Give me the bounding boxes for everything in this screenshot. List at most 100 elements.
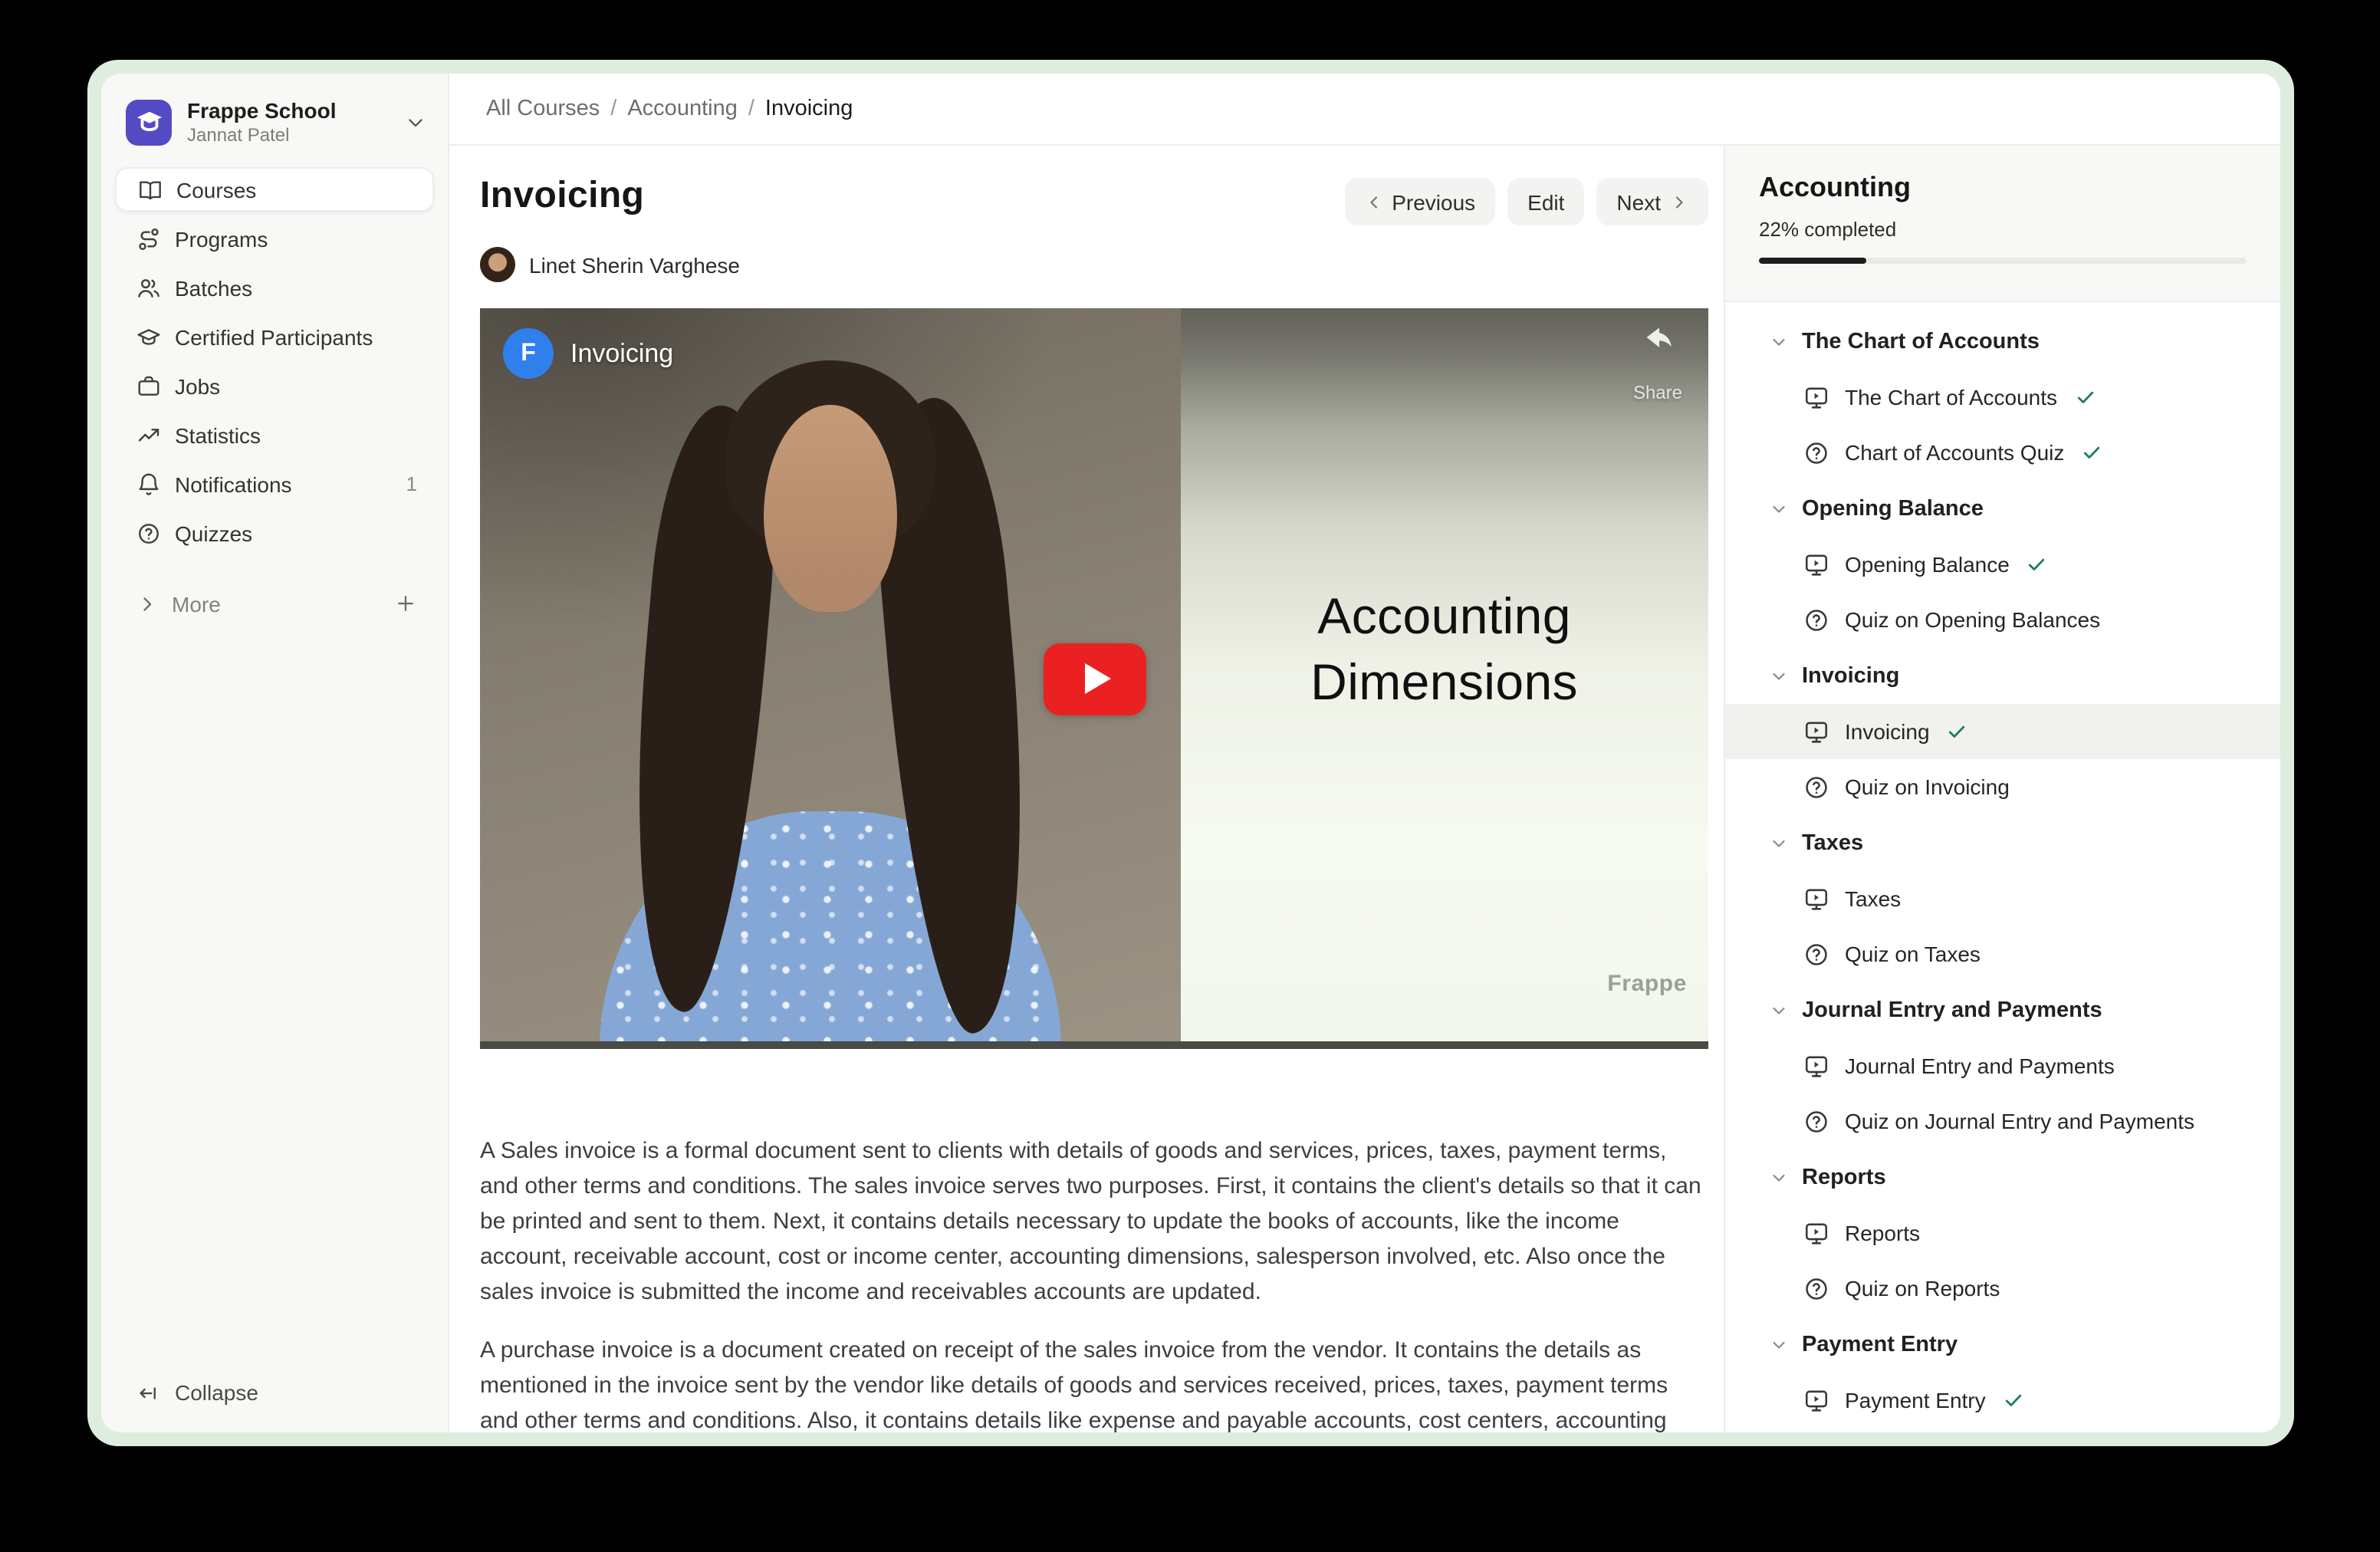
video-watermark: Frappe [1607,971,1687,997]
check-icon [2003,1389,2024,1411]
course-item-journal-entry-and-payments[interactable]: Journal Entry and Payments [1725,1038,2280,1093]
course-item-label: Quiz on Journal Entry and Payments [1845,1109,2194,1133]
workspace-title: Frappe School [187,98,336,123]
monitor-play-icon [1803,718,1829,745]
page-title: Invoicing [480,175,644,218]
share-icon [1640,325,1675,360]
video-share-label: Share [1633,382,1682,403]
next-button[interactable]: Next [1596,178,1708,225]
monitor-play-icon [1803,1053,1829,1079]
sidebar-nav: Courses Programs Batches Certified Parti… [101,164,448,560]
play-icon [1084,663,1110,694]
author-avatar [480,247,515,282]
sidebar-item-statistics[interactable]: Statistics [115,413,434,457]
course-item-label: Journal Entry and Payments [1845,1054,2115,1078]
course-item-quiz-on-invoicing[interactable]: Quiz on Invoicing [1725,759,2280,814]
course-item-taxes[interactable]: Taxes [1725,871,2280,926]
check-icon [2074,386,2096,408]
course-section-taxes: Taxes Taxes Quiz on Taxes [1725,814,2280,982]
workspace-switcher[interactable]: Frappe School Jannat Patel [101,74,448,164]
sidebar-item-notifications[interactable]: Notifications 1 [115,462,434,506]
graduation-cap-icon [136,324,161,349]
course-progress-label: 22% completed [1759,218,2247,241]
sidebar-item-jobs[interactable]: Jobs [115,363,434,408]
next-button-label: Next [1616,189,1661,214]
sidebar-item-label: Quizzes [175,521,252,545]
course-item-reports[interactable]: Reports [1725,1205,2280,1261]
video-channel-avatar[interactable]: F [503,328,554,379]
course-item-the-chart-of-accounts[interactable]: The Chart of Accounts [1725,370,2280,425]
breadcrumb-current: Invoicing [765,97,853,121]
chevron-down-icon [1770,1168,1788,1186]
course-item-label: Invoicing [1845,719,1930,744]
course-item-payment-entry[interactable]: Payment Entry [1725,1373,2280,1428]
course-progress-fill [1759,258,1866,264]
sidebar-more[interactable]: More [115,581,434,626]
sidebar-item-courses[interactable]: Courses [115,167,434,212]
course-progress-header: Accounting 22% completed [1725,146,2280,302]
course-progress-track [1759,258,2247,264]
briefcase-icon [136,373,161,398]
sidebar-item-label: Statistics [175,423,261,447]
course-item-label: Quiz on Reports [1845,1276,2000,1300]
monitor-play-icon [1803,384,1829,410]
app-window: Frappe School Jannat Patel Courses Progr… [101,74,2280,1432]
video-title[interactable]: Invoicing [570,338,673,369]
sidebar-item-quizzes[interactable]: Quizzes [115,511,434,555]
monitor-play-icon [1803,1387,1829,1413]
edit-button[interactable]: Edit [1507,178,1584,225]
sidebar-item-batches[interactable]: Batches [115,265,434,310]
sidebar-item-programs[interactable]: Programs [115,216,434,261]
help-circle-icon [1803,439,1829,465]
video-title-overlay: F Invoicing [503,328,673,379]
sidebar-item-label: Programs [175,226,268,251]
play-button[interactable] [1043,643,1146,715]
help-circle-icon [1803,941,1829,967]
course-item-label: The Chart of Accounts [1845,385,2057,409]
video-player[interactable]: Accounting Dimensions F Invoicing [480,308,1708,1049]
sidebar-item-label: Certified Participants [175,324,373,349]
chevron-down-icon [1770,499,1788,518]
breadcrumb-separator: / [748,97,754,121]
course-item-quiz-on-taxes[interactable]: Quiz on Taxes [1725,926,2280,982]
lesson-author: Linet Sherin Varghese [480,247,1708,282]
previous-button[interactable]: Previous [1344,178,1495,225]
sidebar: Frappe School Jannat Patel Courses Progr… [101,74,449,1432]
graduation-cap-icon [134,107,163,136]
course-item-quiz-on-journal-entry-and-payments[interactable]: Quiz on Journal Entry and Payments [1725,1093,2280,1149]
sidebar-item-certified-participants[interactable]: Certified Participants [115,314,434,359]
lesson-main: Invoicing Previous Edit [449,146,1724,1432]
sidebar-item-label: Courses [176,177,256,202]
video-share-button[interactable]: Share [1633,325,1682,403]
screen-background: Frappe School Jannat Patel Courses Progr… [0,0,2380,1552]
sidebar-collapse-button[interactable]: Collapse [101,1380,448,1432]
lesson-actions: Previous Edit Next [1344,178,1708,225]
help-circle-icon [1803,1108,1829,1134]
help-circle-icon [1803,1275,1829,1301]
help-circle-icon [136,521,161,545]
breadcrumb-bar: All Courses / Accounting / Invoicing [449,74,2280,146]
breadcrumb-all-courses[interactable]: All Courses [486,97,600,121]
route-icon [136,226,161,251]
workspace-user: Jannat Patel [187,124,336,146]
monitor-play-icon [1803,551,1829,577]
notification-badge: 1 [406,472,417,495]
lesson-paragraph: A purchase invoice is a document created… [480,1333,1708,1432]
course-section-invoicing: Invoicing Invoicing Quiz on Invoicing [1725,647,2280,814]
course-outline-panel: Accounting 22% completed The Chart of Ac… [1724,146,2280,1432]
course-item-chart-of-accounts-quiz[interactable]: Chart of Accounts Quiz [1725,425,2280,480]
course-item-quiz-on-opening-balances[interactable]: Quiz on Opening Balances [1725,592,2280,647]
course-section-journal-entry-and-payments: Journal Entry and Payments Journal Entry… [1725,982,2280,1149]
course-section-reports: Reports Reports Quiz on Reports [1725,1149,2280,1316]
window-frame: Frappe School Jannat Patel Courses Progr… [87,60,2294,1446]
plus-icon[interactable] [394,592,417,615]
video-progress-bar[interactable] [480,1041,1708,1049]
trending-up-icon [136,423,161,447]
chevron-left-icon [1364,192,1382,211]
lesson-paragraph: A Sales invoice is a formal document sen… [480,1135,1708,1310]
course-item-invoicing[interactable]: Invoicing [1725,704,2280,759]
course-item-opening-balance[interactable]: Opening Balance [1725,537,2280,592]
breadcrumb-accounting[interactable]: Accounting [627,97,738,121]
course-item-quiz-on-reports[interactable]: Quiz on Reports [1725,1261,2280,1316]
course-section-the-chart-of-accounts: The Chart of Accounts The Chart of Accou… [1725,313,2280,480]
